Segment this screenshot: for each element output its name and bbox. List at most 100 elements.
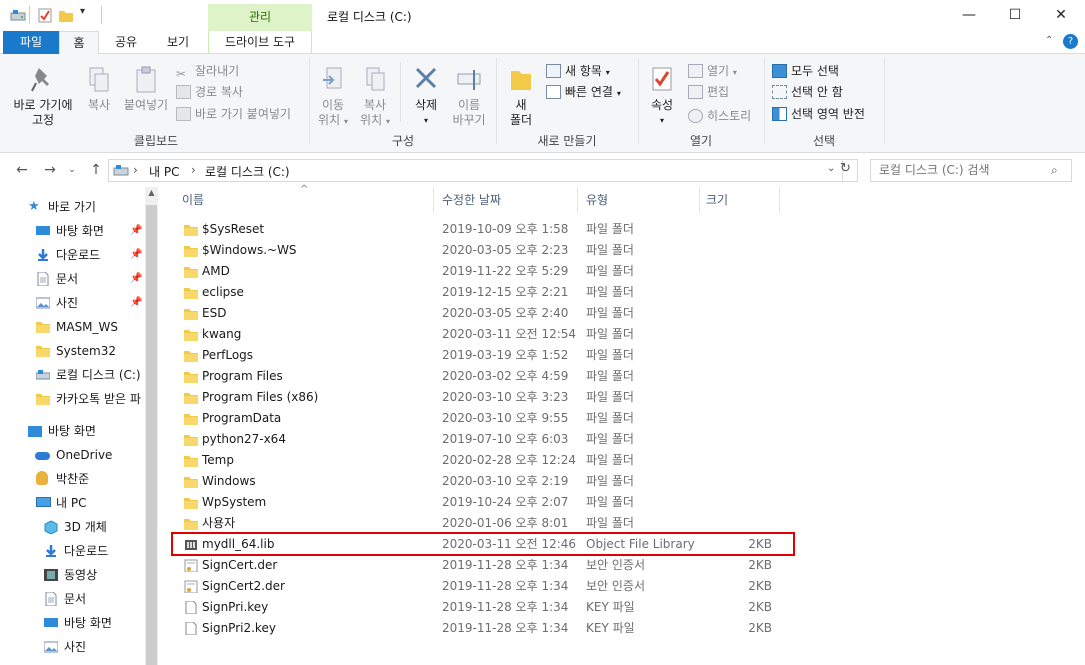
column-header-name[interactable]: 이름: [176, 187, 434, 213]
tab-home[interactable]: 홈: [59, 31, 99, 55]
select-none-button[interactable]: 선택 안 함: [772, 83, 843, 101]
properties-button[interactable]: 속성 ▾: [643, 66, 681, 128]
help-icon[interactable]: ?: [1063, 34, 1078, 49]
file-row[interactable]: ESD 2020-03-05 오후 2:40 파일 폴더: [172, 303, 792, 324]
sidebar-item[interactable]: 다운로드: [0, 540, 145, 562]
pin-icon[interactable]: 📌: [130, 220, 142, 242]
sidebar-item[interactable]: 3D 개체: [0, 516, 145, 538]
qat-customize-icon[interactable]: ▾: [80, 6, 85, 17]
collapse-ribbon-icon[interactable]: ⌃: [1045, 35, 1053, 46]
address-dropdown-icon[interactable]: ⌄: [827, 163, 835, 174]
new-item-button[interactable]: 새 항목 ▾: [546, 62, 610, 80]
nav-quick-access[interactable]: ★ 바로 가기: [0, 196, 145, 218]
nav-scrollbar[interactable]: ▲: [145, 187, 158, 665]
new-folder-icon[interactable]: [58, 8, 74, 23]
move-to-label-line2: 위치 ▾: [318, 113, 348, 127]
sidebar-item[interactable]: 로컬 디스크 (C:): [0, 364, 145, 386]
history-label: 히스토리: [707, 109, 752, 123]
file-row[interactable]: SignPri.key 2019-11-28 오후 1:34 KEY 파일 2KB: [172, 597, 792, 618]
invert-selection-button[interactable]: 선택 영역 반전: [772, 105, 865, 123]
select-all-button[interactable]: 모두 선택: [772, 62, 839, 80]
delete-button[interactable]: 삭제 ▾: [404, 66, 448, 128]
file-row[interactable]: Program Files (x86) 2020-03-10 오후 3:23 파일 …: [172, 387, 792, 408]
tab-file[interactable]: 파일: [3, 31, 59, 54]
file-row[interactable]: python27-x64 2019-07-10 오후 6:03 파일 폴더: [172, 429, 792, 450]
search-input[interactable]: [871, 160, 1041, 180]
file-row[interactable]: SignCert2.der 2019-11-28 오후 1:34 보안 인증서 2KB: [172, 576, 792, 597]
sidebar-item[interactable]: 동영상: [0, 564, 145, 586]
copy-button[interactable]: 복사: [80, 66, 118, 113]
sidebar-item[interactable]: MASM_WS: [0, 316, 145, 338]
file-row[interactable]: PerfLogs 2019-03-19 오후 1:52 파일 폴더: [172, 345, 792, 366]
column-header-type[interactable]: 유형: [580, 187, 700, 213]
file-row[interactable]: Temp 2020-02-28 오후 12:24 파일 폴더: [172, 450, 792, 471]
nav-scrollbar-thumb[interactable]: [146, 205, 157, 665]
3d-objects-icon: [44, 520, 58, 534]
open-button[interactable]: 열기 ▾: [688, 62, 737, 80]
file-row[interactable]: Program Files 2020-03-02 오후 4:59 파일 폴더: [172, 366, 792, 387]
pin-icon[interactable]: 📌: [130, 244, 142, 266]
pin-to-quick-access-button[interactable]: 바로 가기에 고정: [6, 66, 80, 128]
tab-view[interactable]: 보기: [152, 31, 204, 54]
address-bar[interactable]: › 내 PC › 로컬 디스크 (C:) ⌄: [108, 159, 858, 182]
properties-check-icon[interactable]: [37, 8, 53, 23]
file-row[interactable]: eclipse 2019-12-15 오후 2:21 파일 폴더: [172, 282, 792, 303]
pin-icon[interactable]: 📌: [130, 292, 142, 314]
nav-this-pc[interactable]: 내 PC: [0, 492, 145, 514]
file-row[interactable]: WpSystem 2019-10-24 오후 2:07 파일 폴더: [172, 492, 792, 513]
column-header-size[interactable]: 크기: [700, 187, 780, 213]
new-folder-button[interactable]: 새 폴더: [502, 66, 540, 128]
sidebar-item[interactable]: 바탕 화면 📌: [0, 220, 145, 242]
nav-onedrive[interactable]: OneDrive: [0, 444, 145, 466]
copy-to-button[interactable]: 복사 위치 ▾: [356, 66, 394, 129]
file-row[interactable]: $Windows.~WS 2020-03-05 오후 2:23 파일 폴더: [172, 240, 792, 261]
edit-button[interactable]: 편집: [688, 83, 729, 101]
paste-button[interactable]: 붙여넣기: [120, 66, 172, 113]
sidebar-item[interactable]: 문서 📌: [0, 268, 145, 290]
easy-access-button[interactable]: 빠른 연결 ▾: [546, 83, 621, 101]
sidebar-item[interactable]: 바탕 화면: [0, 612, 145, 634]
breadcrumb-this-pc[interactable]: 내 PC: [149, 163, 179, 180]
paste-shortcut-button[interactable]: 바로 가기 붙여넣기: [176, 105, 291, 123]
file-row[interactable]: mydll_64.lib 2020-03-11 오전 12:46 Object Fi…: [172, 534, 792, 555]
scroll-up-icon[interactable]: ▲: [145, 187, 158, 199]
file-name: Temp: [202, 453, 234, 467]
sidebar-item[interactable]: 사진: [0, 636, 145, 658]
file-row[interactable]: ProgramData 2020-03-10 오후 9:55 파일 폴더: [172, 408, 792, 429]
file-row[interactable]: SignCert.der 2019-11-28 오후 1:34 보안 인증서 2KB: [172, 555, 792, 576]
nav-desktop-root[interactable]: 바탕 화면: [0, 420, 145, 442]
close-button[interactable]: ✕: [1038, 0, 1084, 31]
pin-icon[interactable]: 📌: [130, 268, 142, 290]
file-row[interactable]: kwang 2020-03-11 오전 12:54 파일 폴더: [172, 324, 792, 345]
refresh-icon[interactable]: ↻: [840, 161, 851, 176]
file-date: 2020-03-10 오후 2:19: [442, 474, 569, 488]
breadcrumb-local-disk[interactable]: 로컬 디스크 (C:): [205, 163, 290, 180]
drive-icon[interactable]: [10, 8, 26, 23]
history-button[interactable]: 히스토리: [688, 107, 751, 125]
sidebar-item[interactable]: 문서: [0, 588, 145, 610]
sidebar-item[interactable]: 카카오톡 받은 파: [0, 388, 145, 410]
minimize-button[interactable]: —: [946, 0, 992, 31]
file-row[interactable]: SignPri2.key 2019-11-28 오후 1:34 KEY 파일 2KB: [172, 618, 792, 639]
tab-drive-tools[interactable]: 드라이브 도구: [208, 31, 312, 54]
recent-locations-chevron-icon[interactable]: ⌄: [62, 160, 82, 180]
sidebar-item[interactable]: System32: [0, 340, 145, 362]
search-icon[interactable]: ⌕: [1051, 163, 1058, 178]
file-row[interactable]: Windows 2020-03-10 오후 2:19 파일 폴더: [172, 471, 792, 492]
nav-user[interactable]: 박찬준: [0, 468, 145, 490]
sidebar-item[interactable]: 사진 📌: [0, 292, 145, 314]
file-row[interactable]: $SysReset 2019-10-09 오후 1:58 파일 폴더: [172, 219, 792, 240]
back-arrow-icon[interactable]: ←: [12, 160, 32, 180]
copy-path-button[interactable]: 경로 복사: [176, 83, 243, 101]
file-row[interactable]: AMD 2019-11-22 오후 5:29 파일 폴더: [172, 261, 792, 282]
maximize-button[interactable]: ☐: [992, 0, 1038, 31]
forward-arrow-icon[interactable]: →: [40, 160, 60, 180]
move-to-button[interactable]: 이동 위치 ▾: [314, 66, 352, 129]
tab-share[interactable]: 공유: [104, 31, 148, 54]
cut-button[interactable]: ✂ 잘라내기: [176, 62, 239, 81]
column-header-date[interactable]: 수정한 날짜: [436, 187, 578, 213]
file-row[interactable]: 사용자 2020-01-06 오후 8:01 파일 폴더: [172, 513, 792, 534]
up-arrow-icon[interactable]: ↑: [86, 160, 106, 180]
sidebar-item[interactable]: 다운로드 📌: [0, 244, 145, 266]
rename-button[interactable]: 이름 바꾸기: [448, 66, 490, 128]
